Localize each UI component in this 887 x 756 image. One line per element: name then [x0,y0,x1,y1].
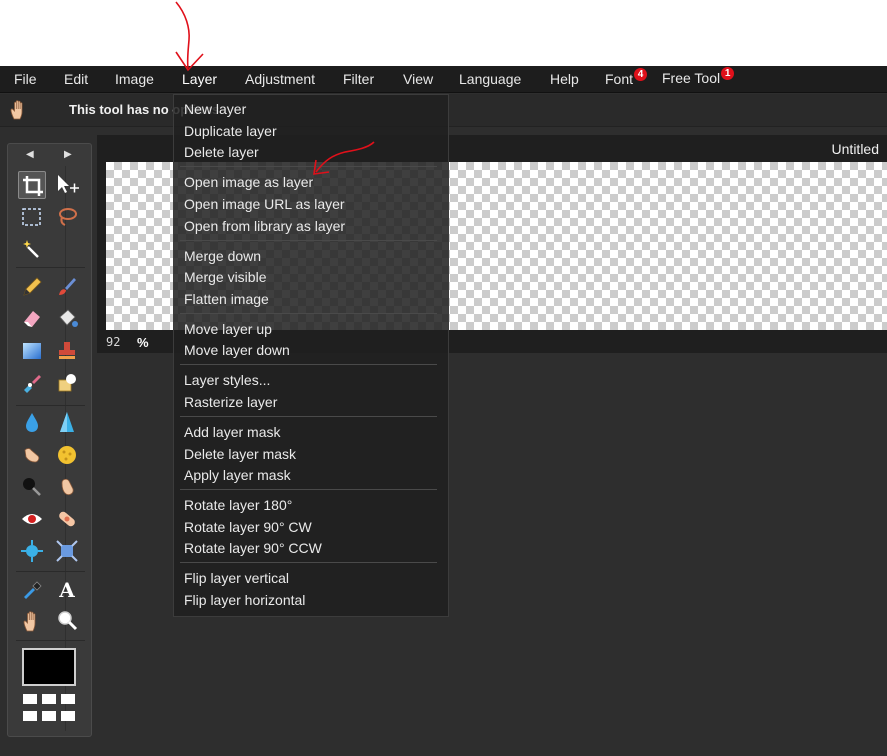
menu-adjustment[interactable]: Adjustment [245,70,315,88]
zoom-unit: % [137,335,149,350]
menu-filter[interactable]: Filter [343,70,374,88]
arrow-left-icon[interactable]: ◀ [26,149,34,160]
menu-item-flip-horizontal[interactable]: Flip layer horizontal [184,591,305,609]
menu-item-rotate-90-ccw[interactable]: Rotate layer 90° CCW [184,539,322,557]
grid-cell [23,694,37,704]
menu-item-flatten-image[interactable]: Flatten image [184,290,269,308]
menu-item-merge-visible[interactable]: Merge visible [184,268,266,286]
menu-item-rotate-90-cw[interactable]: Rotate layer 90° CW [184,518,312,536]
hand-icon [7,98,31,122]
toolbox-separator [16,267,85,268]
foreground-color-swatch[interactable] [22,648,76,686]
pinch-icon[interactable] [53,537,81,565]
menu-font-label: Font [605,71,634,87]
grid-cell [42,694,56,704]
menu-item-rasterize-layer[interactable]: Rasterize layer [184,393,277,411]
drop-icon[interactable] [18,409,46,437]
lasso-icon[interactable] [53,203,81,231]
shape-icon[interactable] [53,369,81,397]
menu-item-duplicate-layer[interactable]: Duplicate layer [184,122,277,140]
menu-view[interactable]: View [403,70,433,88]
crop-icon[interactable] [18,171,46,199]
menu-separator [180,240,437,241]
bloat-icon[interactable] [18,537,46,565]
menu-bar: File Edit Image Layer Adjustment Filter … [0,66,887,93]
menu-separator [180,562,437,563]
hand-tool-icon[interactable] [18,607,46,635]
grid-icon[interactable] [22,692,76,724]
menu-item-open-image-url-as-layer[interactable]: Open image URL as layer [184,195,345,213]
menu-separator [180,416,437,417]
eyedropper-icon[interactable] [18,575,46,603]
arrow-right-icon[interactable]: ▶ [64,149,72,160]
sharpen-icon[interactable] [53,409,81,437]
menu-item-new-layer[interactable]: New layer [184,100,246,118]
menu-separator [180,489,437,490]
zoom-input[interactable]: 92 [106,335,120,349]
menu-item-move-layer-up[interactable]: Move layer up [184,320,272,338]
magic-wand-icon[interactable] [18,235,46,263]
brush-icon[interactable] [53,273,81,301]
grid-cell [61,711,75,721]
marquee-icon[interactable] [18,203,46,231]
zoom-icon[interactable] [53,607,81,635]
menu-separator [180,313,437,314]
gradient-icon[interactable] [18,337,46,365]
move-icon[interactable] [53,171,81,199]
menu-item-open-from-library-as-layer[interactable]: Open from library as layer [184,217,345,235]
type-icon[interactable]: A [53,575,81,603]
menu-font[interactable]: Font 4 [605,68,648,88]
red-eye-icon[interactable] [18,505,46,533]
eraser-icon[interactable] [18,305,46,333]
svg-text:A: A [58,578,75,602]
toolbox: ◀ ▶ A [7,143,92,737]
menu-free-tool[interactable]: Free Tool 1 [662,67,735,87]
menu-item-layer-styles[interactable]: Layer styles... [184,371,270,389]
grid-cell [61,694,75,704]
menu-separator [180,364,437,365]
menu-image[interactable]: Image [115,70,154,88]
menu-free-tool-label: Free Tool [662,70,721,86]
menu-separator [180,166,437,167]
menu-language[interactable]: Language [459,70,521,88]
color-replace-icon[interactable] [18,369,46,397]
menu-item-add-layer-mask[interactable]: Add layer mask [184,423,280,441]
grid-cell [42,711,56,721]
smudge-icon[interactable] [18,441,46,469]
bucket-icon[interactable] [53,305,81,333]
menu-item-move-layer-down[interactable]: Move layer down [184,341,290,359]
menu-item-merge-down[interactable]: Merge down [184,247,261,265]
sponge-icon[interactable] [53,441,81,469]
grid-cell [23,711,37,721]
font-badge: 4 [634,68,648,81]
pencil-icon[interactable] [18,273,46,301]
layer-menu-dropdown: New layer Duplicate layer Delete layer O… [173,94,449,617]
menu-item-apply-layer-mask[interactable]: Apply layer mask [184,466,291,484]
toolbox-separator [16,405,85,406]
menu-item-flip-vertical[interactable]: Flip layer vertical [184,569,289,587]
menu-layer[interactable]: Layer [182,70,217,88]
top-blank-area [0,0,887,66]
dodge-icon[interactable] [53,473,81,501]
toolbox-separator [16,640,85,641]
menu-item-open-image-as-layer[interactable]: Open image as layer [184,173,313,191]
menu-help[interactable]: Help [550,70,579,88]
spot-heal-icon[interactable] [53,505,81,533]
menu-file[interactable]: File [14,70,37,88]
stamp-icon[interactable] [53,337,81,365]
toolbox-separator [16,571,85,572]
menu-item-rotate-180[interactable]: Rotate layer 180° [184,496,292,514]
menu-item-delete-layer[interactable]: Delete layer [184,143,259,161]
free-tool-badge: 1 [721,67,735,80]
document-title: Untitled [831,141,879,157]
burn-icon[interactable] [18,473,46,501]
menu-edit[interactable]: Edit [64,70,88,88]
menu-item-delete-layer-mask[interactable]: Delete layer mask [184,445,296,463]
